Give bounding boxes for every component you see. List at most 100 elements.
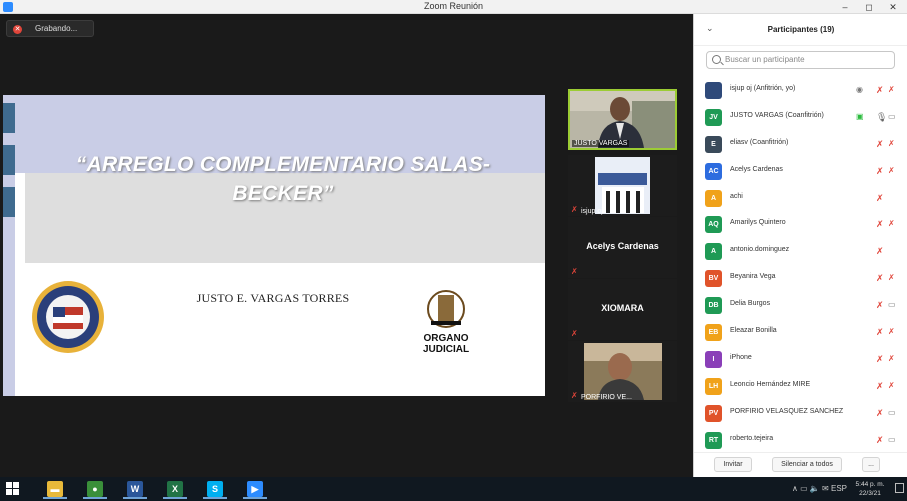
video-muted-icon[interactable]: ✗ [888,166,900,176]
video-tile-porfirio[interactable]: ✗ PORFIRIO VE... [568,341,677,402]
participant-row[interactable]: PV PORFIRIO VELASQUEZ SANCHEZ ✗ ▭ [694,400,907,427]
more-button[interactable]: ... [862,457,880,472]
mic-muted-icon[interactable]: ✗ [876,381,886,391]
participant-row[interactable]: AQ Amarilys Quintero ✗ ✗ [694,211,907,238]
video-muted-icon[interactable]: ✗ [888,327,900,337]
avatar: DB [705,297,722,315]
avatar: BV [705,270,722,288]
mic-muted-icon[interactable]: ✗ [876,166,886,176]
video-tile-name: XIOMARA [601,303,644,313]
mic-muted-icon[interactable]: ✗ [876,193,886,203]
avatar: I [705,350,722,368]
windows-taskbar: ▬ ● W X S ▶ ∧ ▭ 🔈 ✉ ESP 5:44 p. m. 22/3/21 [0,477,907,501]
taskbar-app-word[interactable]: W [120,479,150,499]
participant-name: eliasv (Coanfitrión) [730,138,789,146]
video-muted-icon[interactable]: ✗ [888,85,900,95]
video-tile-xiomara[interactable]: XIOMARA ✗ [568,279,677,340]
mic-muted-icon[interactable]: ✗ [876,219,886,229]
mic-muted-icon[interactable]: ✗ [876,408,886,418]
stop-recording-icon[interactable]: ✕ [13,25,22,34]
slide-side-block [3,103,15,133]
mic-on-icon[interactable]: 🎙 [876,112,887,122]
participant-row[interactable]: RT roberto.tejeira ✗ ▭ [694,427,907,454]
participant-row[interactable]: IiPhone ✗ ✗ [694,346,907,373]
excel-icon: X [167,481,183,497]
participant-row[interactable]: isjup oj (Anfitrión, yo) ✗ ✗ ◉ [694,77,907,104]
video-off-icon[interactable]: ▭ [888,300,900,310]
participants-footer: Invitar Silenciar a todos ... [694,452,907,477]
participant-name: antonio.dominguez [730,246,790,254]
institution-seal-logo [27,279,109,355]
participant-name: iPhone [730,353,752,361]
video-tile-isjup-oj[interactable]: ✗ isjup oj [568,155,677,216]
running-indicator [203,497,227,499]
participants-panel: ⌄ Participantes (19) Buscar un participa… [693,14,907,477]
mic-muted-icon[interactable]: ✗ [876,354,886,364]
mute-all-button[interactable]: Silenciar a todos [772,457,842,472]
avatar: E [705,135,722,153]
taskbar-clock[interactable]: 5:44 p. m. 22/3/21 [849,480,891,498]
participant-row[interactable]: Aachi ✗ [694,185,907,212]
video-muted-icon[interactable]: ✗ [888,219,900,229]
close-button[interactable]: ✕ [881,0,905,14]
mic-muted-icon[interactable]: ✗ [876,273,886,283]
slide-presenter-name: JUSTO E. VARGAS TORRES [196,291,350,305]
taskbar-app-file-explorer[interactable]: ▬ [40,479,70,499]
mic-muted-icon[interactable]: ✗ [876,139,886,149]
mic-muted-icon[interactable]: ✗ [876,246,886,256]
taskbar-app-excel[interactable]: X [160,479,190,499]
video-muted-icon[interactable]: ✗ [888,139,900,149]
mic-muted-icon[interactable]: ✗ [876,85,886,95]
system-tray[interactable]: ∧ ▭ 🔈 ✉ ESP [792,484,847,493]
maximize-button[interactable]: ◻ [857,0,881,14]
video-off-icon[interactable]: ▭ [888,408,900,418]
video-tile-acelys-cardenas[interactable]: Acelys Cardenas ✗ [568,217,677,278]
video-muted-icon[interactable]: ✗ [888,354,900,364]
windows-start-icon[interactable] [6,482,20,496]
muted-mic-icon: ✗ [571,267,578,276]
taskbar-app-skype[interactable]: S [200,479,230,499]
participant-name: Acelys Cardenas [730,165,783,173]
participant-row[interactable]: BV Beyanira Vega ✗ ✗ [694,265,907,292]
recording-indicator[interactable]: ✕ Grabando... [6,20,94,37]
participant-name: Amarilys Quintero [730,219,786,227]
minimize-button[interactable]: – [833,0,857,14]
participant-name: PORFIRIO VELASQUEZ SANCHEZ [730,407,844,415]
participant-list: isjup oj (Anfitrión, yo) ✗ ✗ ◉ JV JUSTO VARGA… [694,77,907,453]
participant-name: achi [730,192,743,200]
organo-judicial-logo: ORGANO JUDICIAL [367,281,541,377]
title-bar: Zoom Reunión – ◻ ✕ [0,0,907,14]
participant-name: JUSTO VARGAS (Coanfitrión) [730,111,824,119]
search-placeholder: Buscar un participante [725,55,805,64]
logo-text-organo: ORGANO [423,333,469,344]
avatar: AC [705,162,722,180]
mic-muted-icon[interactable]: ✗ [876,327,886,337]
participant-row[interactable]: JV JUSTO VARGAS (Coanfitrión) 🎙 ▭ ▣ [694,104,907,131]
video-off-icon[interactable]: ▭ [888,435,900,445]
video-tile-label: JUSTO VARGAS [572,140,630,147]
invite-button[interactable]: Invitar [714,457,752,472]
mic-muted-icon[interactable]: ✗ [876,300,886,310]
participant-row[interactable]: Eeliasv (Coanfitrión) ✗ ✗ [694,131,907,158]
participant-row[interactable]: EB Eleazar Bonilla ✗ ✗ [694,319,907,346]
video-muted-icon[interactable]: ✗ [888,381,900,391]
window-title: Zoom Reunión [423,1,484,11]
video-off-icon[interactable]: ▭ [888,112,900,122]
mic-muted-icon[interactable]: ✗ [876,435,886,445]
participant-row[interactable]: AC Acelys Cardenas ✗ ✗ [694,158,907,185]
participant-row[interactable]: DB Delia Burgos ✗ ▭ [694,292,907,319]
avatar: A [705,243,722,261]
taskbar-app-zoom[interactable]: ▶ [240,479,270,499]
logo-text-judicial: JUDICIAL [422,344,470,355]
video-muted-icon[interactable]: ✗ [888,273,900,283]
search-participant-input[interactable]: Buscar un participante [706,51,895,69]
slide-title-line-1: “ARREGLO COMPLEMENTARIO SALAS- [75,153,491,176]
participant-row[interactable]: LH Leoncio Hernández MIRE ✗ ✗ [694,373,907,400]
muted-mic-icon: ✗ [571,205,578,214]
video-tile-justo-vargas[interactable]: JUSTO VARGAS [568,89,677,150]
notification-icon[interactable] [895,483,904,493]
participant-row[interactable]: Aantonio.dominguez ✗ [694,238,907,265]
slide-side-bar [3,95,15,396]
participant-name: Eleazar Bonilla [730,327,777,335]
taskbar-app-chrome[interactable]: ● [80,479,110,499]
